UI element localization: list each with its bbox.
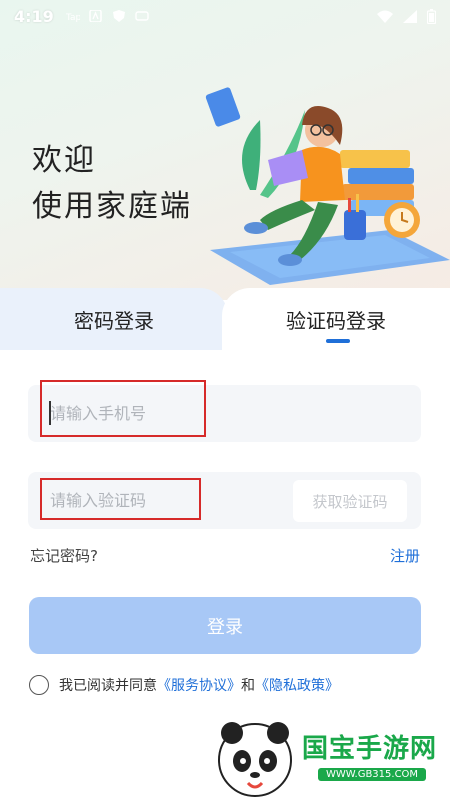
forgot-password-link[interactable]: 忘记密码? xyxy=(30,545,98,566)
privacy-policy-link[interactable]: 《隐私政策》 xyxy=(255,675,339,695)
shield-icon xyxy=(112,10,125,22)
agreement-and: 和 xyxy=(241,678,255,694)
a-icon xyxy=(89,10,102,22)
welcome-text: 欢迎 使用家庭端 xyxy=(32,138,192,230)
reading-girl-illustration xyxy=(205,87,450,285)
get-code-button[interactable]: 获取验证码 xyxy=(293,480,407,522)
status-time: 4:19 xyxy=(14,6,54,26)
notification-icon xyxy=(135,11,149,21)
agreement-prefix: 我已阅读并同意 xyxy=(59,678,157,694)
hero-banner: 4:19 Tap 欢迎 使用家庭端 xyxy=(0,0,450,300)
tap-icon: Tap xyxy=(66,13,80,22)
tab-code-login-label: 验证码登录 xyxy=(286,308,386,333)
wifi-icon xyxy=(377,10,393,23)
greeting-line-2: 使用家庭端 xyxy=(32,189,192,224)
login-button[interactable]: 登录 xyxy=(29,597,421,654)
agreement-row: 我已阅读并同意 《服务协议》 和 《隐私政策》 xyxy=(29,675,339,695)
svg-text:Tap: Tap xyxy=(66,13,80,22)
signal-icon xyxy=(403,9,417,23)
login-tabs: 密码登录 验证码登录 xyxy=(0,288,450,350)
tab-password-login[interactable]: 密码登录 xyxy=(0,288,228,350)
service-agreement-link[interactable]: 《服务协议》 xyxy=(157,675,241,695)
watermark-brand: 国宝手游网 xyxy=(302,734,438,764)
active-tab-indicator xyxy=(326,339,350,343)
highlight-box-phone xyxy=(40,380,206,437)
watermark-url: WWW.GB315.COM xyxy=(318,768,427,781)
battery-icon xyxy=(427,8,436,24)
highlight-box-code xyxy=(40,478,201,520)
tab-password-login-label: 密码登录 xyxy=(74,308,154,333)
greeting-line-1: 欢迎 xyxy=(32,143,96,178)
register-link[interactable]: 注册 xyxy=(390,545,420,566)
status-bar: 4:19 Tap xyxy=(0,0,450,32)
agree-checkbox[interactable] xyxy=(29,675,49,695)
